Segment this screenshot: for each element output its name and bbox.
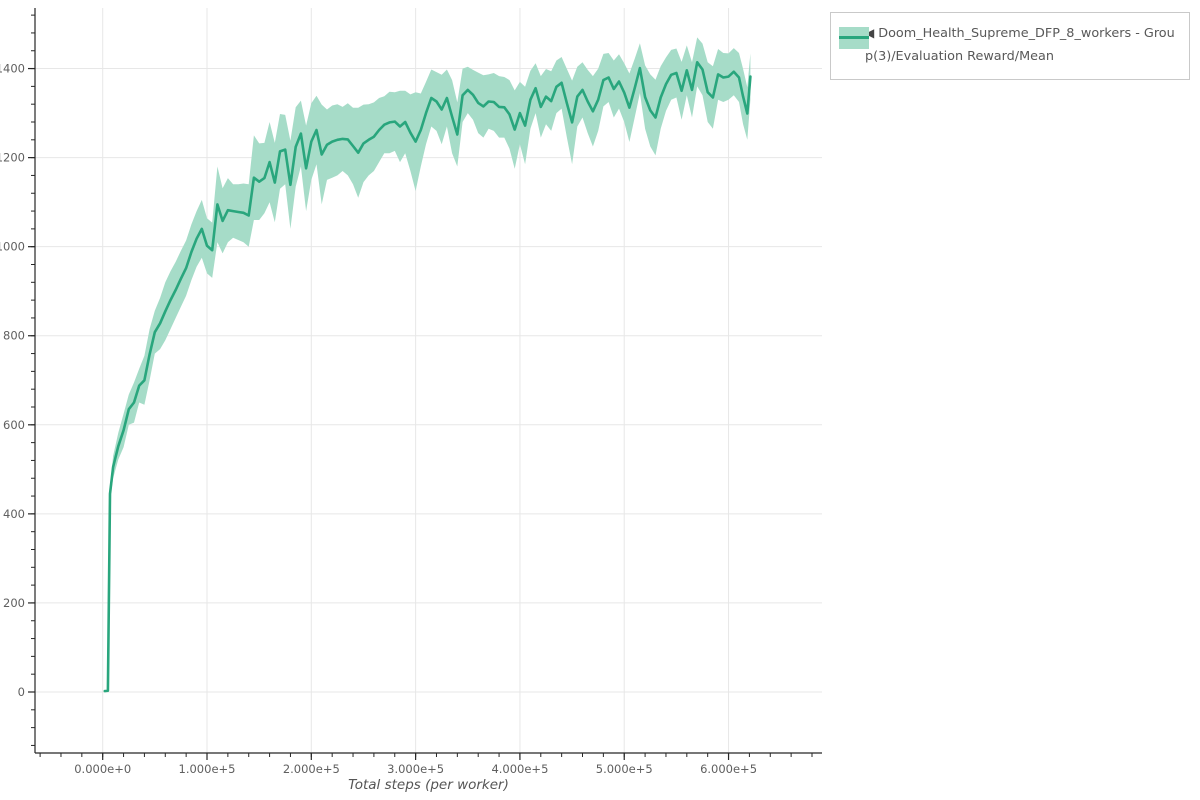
x-tick-label: 4.000e+5 [491,762,548,776]
x-tick-label: 5.000e+5 [596,762,653,776]
legend-series-label: Doom_Health_Supreme_DFP_8_workers - Grou… [865,26,1175,64]
y-tick-label: 1400 [0,62,25,76]
mean-line[interactable] [105,62,751,691]
plot-canvas[interactable]: 0.000e+0 1.000e+5 2.000e+5 3.000e+5 4.000e+5… [0,0,1200,800]
y-tick-label: 400 [3,507,25,521]
x-axis-title: Total steps (per worker) [35,777,822,793]
series-band-swatch-icon [839,27,869,49]
confidence-band [105,37,751,691]
y-tick-label: 800 [3,329,25,343]
y-tick-label: 1000 [0,240,25,254]
y-tick-label: 600 [3,418,25,432]
x-tick-label: 2.000e+5 [283,762,340,776]
legend-box[interactable]: ◀Doom_Health_Supreme_DFP_8_workers - Gro… [830,12,1190,80]
legend-entry[interactable]: ◀Doom_Health_Supreme_DFP_8_workers - Gro… [841,22,1179,68]
y-tick-label: 1200 [0,151,25,165]
y-tick-label: 200 [3,596,25,610]
x-tick-label: 0.000e+0 [74,762,131,776]
x-tick-label: 6.000e+5 [700,762,757,776]
y-tick-label: 0 [18,685,25,699]
chart-figure: 0.000e+0 1.000e+5 2.000e+5 3.000e+5 4.000e+5… [0,0,1200,800]
x-tick-label: 3.000e+5 [387,762,444,776]
series-line-swatch-icon [839,36,869,39]
x-tick-label: 1.000e+5 [179,762,236,776]
